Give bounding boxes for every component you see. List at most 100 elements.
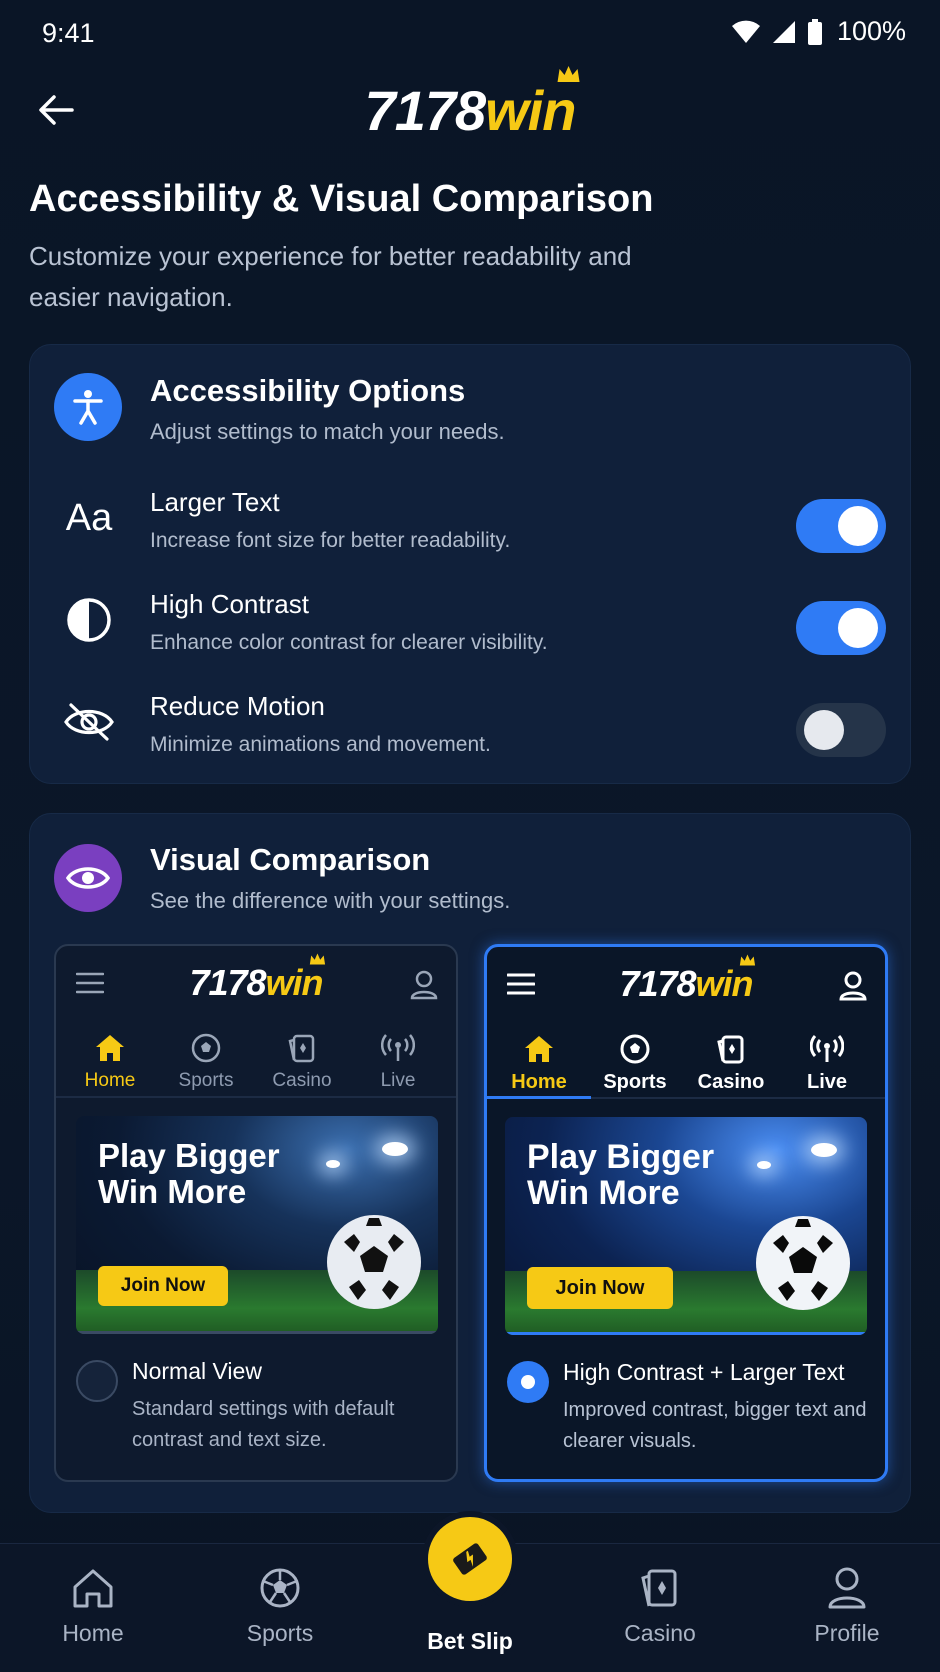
preview-nav-live: Live: [350, 1030, 446, 1092]
promo-banner[interactable]: Play Bigger Win More Join Now: [505, 1117, 867, 1335]
banner-indicator: [505, 1332, 867, 1335]
signal-icon: [771, 20, 797, 44]
join-now-button[interactable]: Join Now: [527, 1267, 673, 1309]
app-header: 7178 win: [0, 66, 940, 152]
nav-label: Casino: [697, 1071, 765, 1093]
broadcast-icon: [779, 1031, 875, 1067]
toggle-knob: [804, 710, 844, 750]
promo-banner[interactable]: Play Bigger Win More Join Now: [76, 1116, 438, 1334]
card-subtitle: Adjust settings to match your needs.: [150, 419, 505, 444]
page-title: Accessibility & Visual Comparison: [29, 178, 654, 220]
soccer-ball-icon: [158, 1030, 254, 1066]
option-label: High Contrast: [150, 589, 309, 619]
high-contrast-toggle[interactable]: [796, 601, 886, 655]
stadium-light: [382, 1142, 408, 1156]
accessibility-icon: [54, 373, 122, 441]
status-icons: 100%: [731, 16, 906, 47]
join-now-button[interactable]: Join Now: [98, 1266, 228, 1306]
nav-label: Profile: [814, 1620, 880, 1646]
logo-win: win: [266, 953, 326, 1004]
status-time: 9:41: [42, 18, 95, 48]
soccer-ball-icon: [756, 1216, 850, 1310]
high-contrast-preview[interactable]: 7178 win Home Sports Casino Live Play Bi…: [484, 944, 888, 1482]
eye-icon: [54, 844, 122, 912]
accessibility-page: 9:41 100% 7178 win Accessibility & Visua…: [0, 0, 940, 1672]
page-subtitle: Customize your experience for better rea…: [29, 241, 632, 312]
normal-view-radio[interactable]: [76, 1360, 118, 1402]
logo-number: 7178: [364, 79, 487, 142]
logo-win-text: win: [695, 963, 754, 1004]
soccer-ball-icon: [587, 1031, 683, 1067]
status-bar: 9:41 100%: [0, 0, 940, 64]
home-icon: [62, 1030, 158, 1066]
preview-nav: Home Sports Casino Live: [487, 1031, 885, 1099]
option-reduce-motion: Reduce Motion Minimize animations and mo…: [30, 689, 912, 769]
back-button[interactable]: [34, 88, 78, 132]
crown-icon: [557, 66, 580, 82]
banner-title: Play Bigger Win More: [527, 1138, 715, 1212]
user-icon: [410, 970, 438, 1000]
toggle-knob: [838, 506, 878, 546]
nav-label: Casino: [272, 1070, 332, 1091]
stadium-light: [757, 1161, 771, 1169]
preview-nav-home: Home: [491, 1031, 587, 1094]
menu-icon: [76, 972, 104, 994]
battery-icon: [807, 18, 823, 45]
banner-title: Play Bigger Win More: [98, 1137, 280, 1210]
nav-label: Sports: [246, 1620, 314, 1646]
option-label: Larger Text: [150, 487, 280, 517]
toggle-knob: [838, 608, 878, 648]
menu-icon: [507, 973, 535, 995]
high-contrast-radio[interactable]: [507, 1361, 549, 1403]
soccer-ball-icon: [327, 1215, 421, 1309]
home-icon: [491, 1031, 587, 1067]
logo-win: win: [695, 954, 756, 1005]
preview-nav-casino: Casino: [683, 1031, 779, 1094]
bottom-nav-profile[interactable]: Profile: [787, 1562, 907, 1647]
preview-logo: 7178 win: [619, 954, 756, 1005]
reduce-motion-toggle[interactable]: [796, 703, 886, 757]
high-contrast-desc: Improved contrast, bigger text and clear…: [563, 1399, 867, 1452]
bet-slip-label: Bet Slip: [427, 1628, 513, 1654]
cards-icon: [600, 1562, 720, 1614]
option-high-contrast: High Contrast Enhance color contrast for…: [30, 587, 912, 667]
accessibility-options-card: Accessibility Options Adjust settings to…: [29, 344, 911, 784]
preview-nav-live: Live: [779, 1031, 875, 1094]
bet-slip-button[interactable]: [428, 1517, 512, 1601]
active-tab-indicator: [487, 1096, 591, 1099]
wifi-icon: [731, 20, 761, 44]
nav-label: Home: [62, 1620, 124, 1646]
crown-icon: [739, 954, 756, 966]
bottom-nav-sports[interactable]: Sports: [220, 1562, 340, 1647]
arrow-left-icon: [39, 95, 74, 125]
ticket-icon: [453, 1543, 487, 1575]
card-title: Accessibility Options: [150, 373, 466, 408]
preview-nav: Home Sports Casino Live: [56, 1030, 456, 1098]
brand-logo: 7178 win: [364, 66, 580, 143]
bottom-nav-casino[interactable]: Casino: [600, 1562, 720, 1647]
contrast-icon: [60, 591, 118, 649]
cards-icon: [683, 1031, 779, 1067]
preview-nav-casino: Casino: [254, 1030, 350, 1092]
normal-view-desc: Standard settings with default contrast …: [132, 1398, 395, 1451]
preview-header: 7178 win: [56, 953, 456, 1012]
text-size-icon: Aa: [65, 496, 113, 539]
logo-number: 7178: [189, 962, 266, 1003]
option-desc: Enhance color contrast for clearer visib…: [150, 631, 548, 654]
nav-label: Home: [511, 1071, 567, 1093]
battery-percent: 100%: [836, 16, 906, 46]
nav-label: Sports: [603, 1071, 667, 1093]
normal-view-preview[interactable]: 7178 win Home Sports Casino Live Play Bi…: [54, 944, 458, 1482]
bottom-nav-home[interactable]: Home: [33, 1562, 153, 1647]
larger-text-toggle[interactable]: [796, 499, 886, 553]
eye-off-icon: [60, 693, 118, 751]
preview-nav-home: Home: [62, 1030, 158, 1092]
home-icon: [33, 1562, 153, 1614]
user-icon: [787, 1562, 907, 1614]
option-desc: Minimize animations and movement.: [150, 733, 491, 756]
visual-comparison-card: Visual Comparison See the difference wit…: [29, 813, 911, 1513]
stadium-light: [326, 1160, 340, 1168]
soccer-ball-icon: [220, 1562, 340, 1614]
logo-number: 7178: [619, 963, 696, 1004]
nav-label: Home: [84, 1070, 136, 1091]
